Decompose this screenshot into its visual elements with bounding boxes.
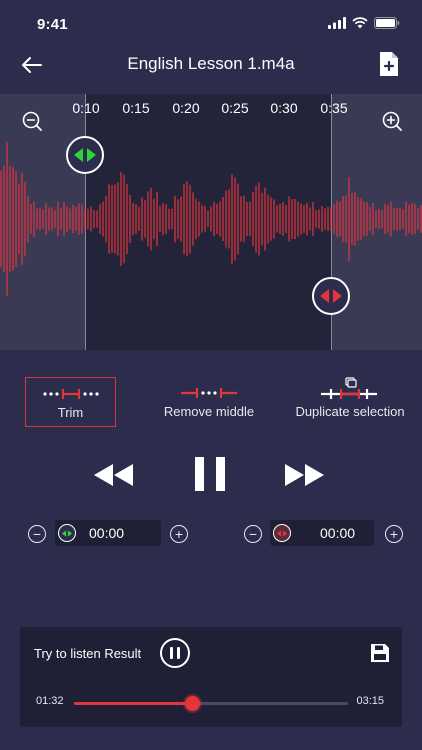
- result-preview-panel: Try to listen Result 01:32 03:15: [20, 627, 402, 727]
- signal-icon: [328, 17, 346, 29]
- waveform-editor[interactable]: 0:10 0:15 0:20 0:25 0:30 0:35: [0, 94, 422, 350]
- start-time-increase-button[interactable]: +: [170, 525, 188, 543]
- plus-icon: +: [389, 526, 399, 542]
- start-marker-icon: [58, 524, 76, 542]
- timeline-tick: 0:35: [320, 100, 348, 116]
- header: English Lesson 1.m4a: [0, 44, 422, 92]
- minus-icon: −: [32, 526, 42, 542]
- start-handle[interactable]: [66, 136, 104, 174]
- timeline-ruler: 0:10 0:15 0:20 0:25 0:30 0:35: [0, 100, 422, 120]
- timeline-tick: 0:25: [221, 100, 249, 116]
- edit-tools: Trim Remove middle Duplicate selection: [0, 377, 422, 429]
- result-pause-button[interactable]: [160, 638, 190, 668]
- start-time-field[interactable]: 00:00: [55, 520, 161, 546]
- zoom-out-icon[interactable]: [21, 110, 43, 132]
- pause-bar-icon: [177, 647, 180, 659]
- playback-controls: [0, 455, 422, 495]
- page-title: English Lesson 1.m4a: [127, 54, 295, 73]
- status-time: 9:41: [37, 16, 68, 33]
- new-file-icon[interactable]: [378, 51, 400, 77]
- duplicate-selection-label: Duplicate selection: [295, 404, 405, 419]
- duplicate-selection-tool-button[interactable]: Duplicate selection: [290, 377, 410, 427]
- fast-forward-icon[interactable]: [284, 464, 324, 486]
- trim-icon: [42, 389, 99, 399]
- end-time-increase-button[interactable]: +: [385, 525, 403, 543]
- rewind-icon[interactable]: [94, 464, 134, 486]
- save-icon[interactable]: [370, 643, 390, 663]
- result-total-time: 03:15: [356, 695, 384, 707]
- start-handle-arrows-icon: [74, 148, 96, 162]
- end-handle-arrows-icon: [320, 289, 342, 303]
- pause-icon[interactable]: [195, 457, 225, 491]
- battery-icon: [374, 17, 400, 29]
- status-icons: [328, 17, 400, 29]
- start-time-decrease-button[interactable]: −: [28, 525, 46, 543]
- end-marker-icon: [273, 524, 291, 542]
- end-handle[interactable]: [312, 277, 350, 315]
- timeline-tick: 0:20: [172, 100, 200, 116]
- end-time-field[interactable]: 00:00: [270, 520, 374, 546]
- remove-middle-icon: [181, 388, 237, 398]
- duplicate-selection-icon: [321, 377, 377, 399]
- pause-bar-icon: [170, 647, 173, 659]
- timeline-tick: 0:10: [72, 100, 100, 116]
- waveform: [0, 141, 422, 297]
- end-time-value: 00:00: [320, 525, 356, 541]
- plus-icon: +: [174, 526, 184, 542]
- wifi-icon: [352, 17, 368, 29]
- result-label: Try to listen Result: [34, 646, 142, 661]
- timeline-tick: 0:30: [270, 100, 298, 116]
- result-progress-track[interactable]: [74, 696, 348, 711]
- minus-icon: −: [248, 526, 258, 542]
- result-progress-fill: [74, 702, 192, 705]
- remove-middle-tool-button[interactable]: Remove middle: [156, 377, 262, 427]
- remove-middle-label: Remove middle: [163, 404, 255, 419]
- result-current-time: 01:32: [36, 695, 64, 707]
- trim-tool-button[interactable]: Trim: [25, 377, 116, 427]
- start-time-value: 00:00: [89, 525, 125, 541]
- zoom-in-icon[interactable]: [381, 110, 403, 132]
- status-bar: 9:41: [0, 0, 422, 44]
- timeline-tick: 0:15: [122, 100, 150, 116]
- end-time-decrease-button[interactable]: −: [244, 525, 262, 543]
- trim-label: Trim: [57, 405, 84, 420]
- selection-time-controls: − 00:00 + − 00:00 +: [0, 520, 422, 548]
- result-progress-knob[interactable]: [184, 696, 200, 711]
